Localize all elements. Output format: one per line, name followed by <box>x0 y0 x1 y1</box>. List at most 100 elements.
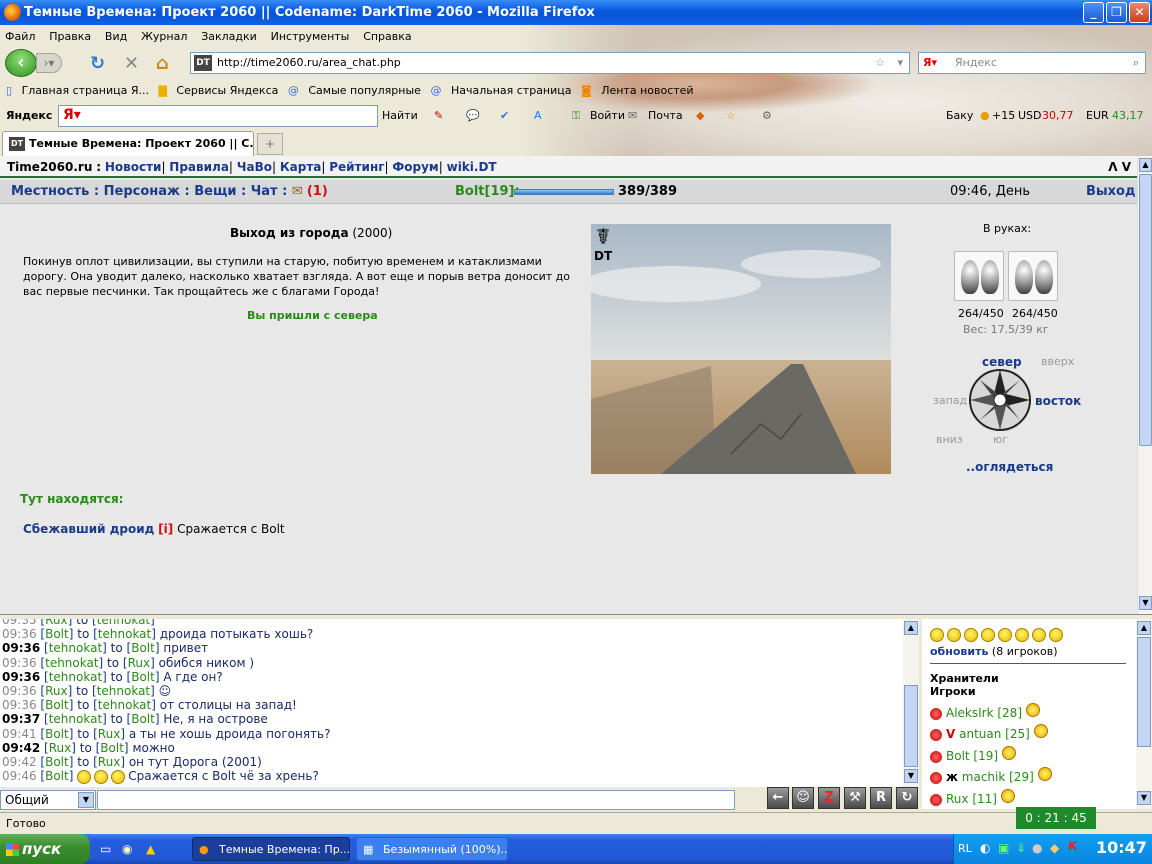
chat-message-input[interactable] <box>97 790 735 810</box>
chat-sender[interactable]: [Rux] <box>40 684 72 698</box>
collapse-arrows[interactable]: Λ V <box>1108 156 1131 178</box>
tray-icon[interactable]: ◆ <box>1050 841 1059 855</box>
r-button[interactable]: R <box>870 787 892 809</box>
chat-sender[interactable]: [tehnokat] <box>44 670 107 684</box>
login-button[interactable]: Войти <box>590 104 625 128</box>
browser-quicklaunch-icon[interactable]: ◉ <box>122 842 132 856</box>
player-row[interactable]: Rux [11] <box>930 789 1015 809</box>
chat-sender[interactable]: [Bolt] <box>40 727 73 741</box>
compass-rose-icon[interactable] <box>968 368 1032 432</box>
tray-icon[interactable]: ◐ <box>980 841 990 855</box>
chat-recipient[interactable]: to [tehnokat] <box>73 698 159 712</box>
back-arrow-button[interactable]: ← <box>767 787 789 809</box>
kaspersky-icon[interactable]: K <box>1068 839 1077 853</box>
exit-link[interactable]: Выход <box>1086 180 1135 204</box>
scroll-up-icon[interactable]: ▲ <box>904 621 918 635</box>
chat-recipient[interactable]: to [tehnokat] <box>72 619 155 627</box>
chat-recipient[interactable]: to [tehnokat] <box>73 627 159 641</box>
favorites-icon[interactable]: ☆ <box>726 104 736 128</box>
smiley-icon[interactable] <box>1032 627 1046 642</box>
forward-button[interactable]: ›▾ <box>36 53 62 73</box>
nav-chat[interactable]: Чат <box>251 184 278 199</box>
nav-map[interactable]: Карта <box>280 160 322 174</box>
smiley-icon[interactable] <box>1049 627 1063 642</box>
speech-icon[interactable]: 💬 <box>466 104 480 128</box>
chevron-down-icon[interactable]: ▼ <box>78 792 94 808</box>
maximize-button[interactable]: ❐ <box>1106 2 1127 23</box>
chat-sender[interactable]: [Bolt] <box>40 698 73 712</box>
language-indicator[interactable]: RL <box>958 842 972 855</box>
find-button[interactable]: Найти <box>382 104 418 128</box>
home-icon[interactable]: ⌂ <box>156 53 169 74</box>
weapon-slot-2[interactable] <box>1008 251 1058 301</box>
stop-icon[interactable]: ✕ <box>124 53 139 74</box>
nav-location[interactable]: Местность <box>11 184 89 199</box>
menu-help[interactable]: Справка <box>363 30 411 43</box>
widget-icon[interactable]: ◆ <box>696 104 704 128</box>
chat-recipient[interactable]: to [Rux] <box>73 755 128 769</box>
search-bar[interactable]: Я▾ Яндекс ⌕ <box>918 52 1146 74</box>
look-around-link[interactable]: ..оглядеться <box>966 460 1053 474</box>
menu-history[interactable]: Журнал <box>141 30 187 43</box>
smiley-button[interactable]: ☺ <box>792 787 814 809</box>
player-row[interactable]: ж machik [29] <box>930 767 1052 787</box>
yandex-search-input[interactable]: Я▾ <box>58 105 378 127</box>
scroll-down-icon[interactable]: ▼ <box>904 769 918 783</box>
scroll-thumb[interactable] <box>1137 637 1151 747</box>
chat-sender[interactable]: [Bolt] <box>40 755 73 769</box>
player-row[interactable]: AleksIrk [28] <box>930 703 1040 723</box>
nav-forum[interactable]: Форум <box>392 160 438 174</box>
smiley-icon[interactable] <box>947 627 961 642</box>
nav-rules[interactable]: Правила <box>169 160 229 174</box>
new-tab-button[interactable]: + <box>257 133 283 155</box>
download-icon[interactable]: ⇓ <box>1016 841 1026 855</box>
scroll-down-icon[interactable]: ▼ <box>1137 791 1151 805</box>
players-scrollbar[interactable]: ▲ ▼ <box>1136 619 1152 809</box>
bookmark-item[interactable]: Начальная страница <box>451 84 572 97</box>
refresh-chat-button[interactable]: ↻ <box>896 787 918 809</box>
npc-info-link[interactable]: [i] <box>158 522 173 536</box>
smiley-icon[interactable] <box>930 627 944 642</box>
chat-recipient[interactable]: to [Rux] <box>73 727 128 741</box>
bookmark-item[interactable]: Самые популярные <box>308 84 421 97</box>
bookmark-item[interactable]: Главная страница Я... <box>22 84 149 97</box>
smiley-icon[interactable] <box>1015 627 1029 642</box>
reload-icon[interactable]: ↻ <box>90 53 105 74</box>
smiley-icon[interactable] <box>964 627 978 642</box>
bookmark-item[interactable]: Лента новостей <box>601 84 693 97</box>
npc-name[interactable]: Сбежавший дроид <box>23 522 154 536</box>
back-button[interactable]: ‹ <box>5 49 37 77</box>
menu-edit[interactable]: Правка <box>49 30 91 43</box>
chat-sender[interactable]: [Rux] <box>40 619 72 627</box>
spellcheck-icon[interactable]: ✔ <box>500 104 509 128</box>
scroll-down-icon[interactable]: ▼ <box>1139 596 1152 610</box>
chat-recipient[interactable]: to [Bolt] <box>76 741 133 755</box>
tray-icon[interactable]: ● <box>1032 841 1042 855</box>
task-firefox[interactable]: ● Темные Времена: Пр... <box>192 837 350 861</box>
channel-select[interactable]: Общий ▼ <box>0 790 96 810</box>
url-bar[interactable]: DT http://time2060.ru/area_chat.php ☆ ▾ <box>190 52 910 74</box>
scroll-thumb[interactable] <box>1139 174 1152 446</box>
bookmark-item[interactable]: Сервисы Яндекса <box>176 84 278 97</box>
chat-sender[interactable]: [tehnokat] <box>44 712 107 726</box>
bookmark-star-icon[interactable]: ☆ <box>875 53 885 73</box>
app-quicklaunch-icon[interactable]: ▲ <box>146 842 155 856</box>
nav-news[interactable]: Новости <box>105 160 162 174</box>
translate-icon[interactable]: A <box>534 104 542 128</box>
search-icon[interactable]: ⌕ <box>1133 53 1139 73</box>
player-row[interactable]: Bolt [19] <box>930 746 1017 766</box>
menu-tools[interactable]: Инструменты <box>271 30 350 43</box>
wrench-button[interactable]: ⚒ <box>844 787 866 809</box>
chat-sender[interactable]: [Rux] <box>44 741 76 755</box>
nav-wiki[interactable]: wiki.DT <box>447 160 497 174</box>
chat-sender[interactable]: [tehnokat] <box>44 641 107 655</box>
pencil-icon[interactable]: ✎ <box>434 104 443 128</box>
chat-recipient[interactable]: to [tehnokat] <box>72 684 158 698</box>
close-button[interactable]: ✕ <box>1129 2 1150 23</box>
no-translit-button[interactable]: Z <box>818 787 840 809</box>
chat-sender[interactable]: [Bolt] <box>40 627 73 641</box>
chat-sender[interactable]: [Bolt] <box>40 769 73 783</box>
page-scrollbar[interactable]: ▲ ▼ <box>1137 156 1152 614</box>
refresh-link[interactable]: обновить <box>930 645 988 658</box>
menu-file[interactable]: Файл <box>5 30 35 43</box>
